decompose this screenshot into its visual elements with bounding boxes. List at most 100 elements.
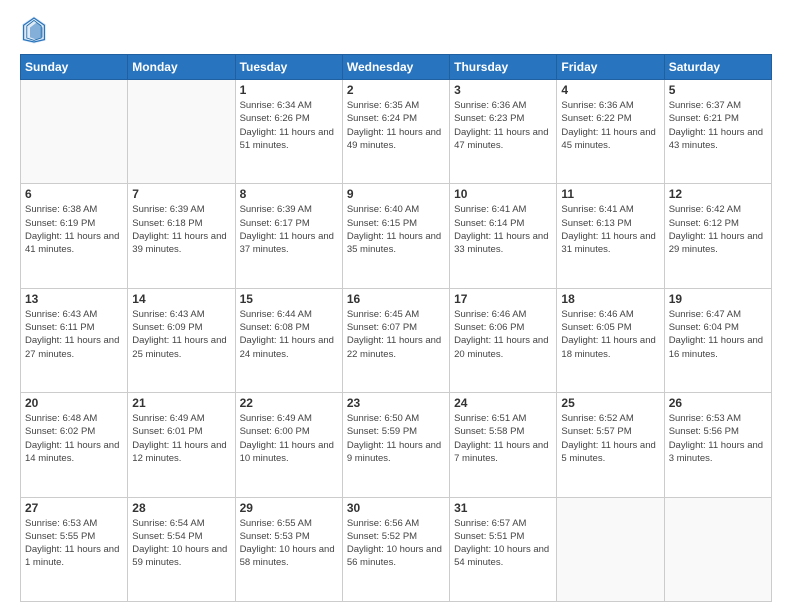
day-info: Sunrise: 6:49 AMSunset: 6:01 PMDaylight:… (132, 412, 230, 465)
day-info: Sunrise: 6:34 AMSunset: 6:26 PMDaylight:… (240, 99, 338, 152)
calendar-table: Sunday Monday Tuesday Wednesday Thursday… (20, 54, 772, 602)
day-info: Sunrise: 6:53 AMSunset: 5:55 PMDaylight:… (25, 517, 123, 570)
day-number: 2 (347, 83, 445, 97)
day-info: Sunrise: 6:43 AMSunset: 6:11 PMDaylight:… (25, 308, 123, 361)
col-saturday: Saturday (664, 55, 771, 80)
table-row: 12 Sunrise: 6:42 AMSunset: 6:12 PMDayligh… (664, 184, 771, 288)
table-row: 16 Sunrise: 6:45 AMSunset: 6:07 PMDayligh… (342, 288, 449, 392)
logo-icon (22, 16, 46, 44)
table-row (21, 80, 128, 184)
day-number: 31 (454, 501, 552, 515)
day-number: 12 (669, 187, 767, 201)
table-row: 31 Sunrise: 6:57 AMSunset: 5:51 PMDayligh… (450, 497, 557, 601)
day-info: Sunrise: 6:41 AMSunset: 6:14 PMDaylight:… (454, 203, 552, 256)
header (20, 16, 772, 44)
day-info: Sunrise: 6:55 AMSunset: 5:53 PMDaylight:… (240, 517, 338, 570)
col-wednesday: Wednesday (342, 55, 449, 80)
table-row (557, 497, 664, 601)
table-row: 9 Sunrise: 6:40 AMSunset: 6:15 PMDaylight… (342, 184, 449, 288)
day-number: 28 (132, 501, 230, 515)
table-row: 27 Sunrise: 6:53 AMSunset: 5:55 PMDayligh… (21, 497, 128, 601)
day-number: 18 (561, 292, 659, 306)
table-row: 5 Sunrise: 6:37 AMSunset: 6:21 PMDaylight… (664, 80, 771, 184)
calendar-week-row: 20 Sunrise: 6:48 AMSunset: 6:02 PMDayligh… (21, 393, 772, 497)
day-number: 30 (347, 501, 445, 515)
table-row: 19 Sunrise: 6:47 AMSunset: 6:04 PMDayligh… (664, 288, 771, 392)
day-info: Sunrise: 6:36 AMSunset: 6:22 PMDaylight:… (561, 99, 659, 152)
day-info: Sunrise: 6:39 AMSunset: 6:17 PMDaylight:… (240, 203, 338, 256)
table-row: 13 Sunrise: 6:43 AMSunset: 6:11 PMDayligh… (21, 288, 128, 392)
day-info: Sunrise: 6:49 AMSunset: 6:00 PMDaylight:… (240, 412, 338, 465)
day-number: 13 (25, 292, 123, 306)
day-number: 10 (454, 187, 552, 201)
table-row: 29Sunrise: 6:55 AMSunset: 5:53 PMDayligh… (235, 497, 342, 601)
day-info: Sunrise: 6:45 AMSunset: 6:07 PMDaylight:… (347, 308, 445, 361)
day-number: 17 (454, 292, 552, 306)
day-number: 23 (347, 396, 445, 410)
day-number: 27 (25, 501, 123, 515)
table-row: 8 Sunrise: 6:39 AMSunset: 6:17 PMDaylight… (235, 184, 342, 288)
table-row: 20 Sunrise: 6:48 AMSunset: 6:02 PMDayligh… (21, 393, 128, 497)
day-info: Sunrise: 6:37 AMSunset: 6:21 PMDaylight:… (669, 99, 767, 152)
table-row: 15 Sunrise: 6:44 AMSunset: 6:08 PMDayligh… (235, 288, 342, 392)
table-row: 14Sunrise: 6:43 AMSunset: 6:09 PMDayligh… (128, 288, 235, 392)
table-row: 7Sunrise: 6:39 AMSunset: 6:18 PMDaylight… (128, 184, 235, 288)
day-number: 5 (669, 83, 767, 97)
day-info: Sunrise: 6:36 AMSunset: 6:23 PMDaylight:… (454, 99, 552, 152)
col-monday: Monday (128, 55, 235, 80)
day-number: 21 (132, 396, 230, 410)
day-number: 15 (240, 292, 338, 306)
day-info: Sunrise: 6:57 AMSunset: 5:51 PMDaylight:… (454, 517, 552, 570)
day-number: 4 (561, 83, 659, 97)
col-friday: Friday (557, 55, 664, 80)
day-info: Sunrise: 6:42 AMSunset: 6:12 PMDaylight:… (669, 203, 767, 256)
day-info: Sunrise: 6:52 AMSunset: 5:57 PMDaylight:… (561, 412, 659, 465)
day-info: Sunrise: 6:46 AMSunset: 6:05 PMDaylight:… (561, 308, 659, 361)
day-info: Sunrise: 6:35 AMSunset: 6:24 PMDaylight:… (347, 99, 445, 152)
calendar-week-row: 1Sunrise: 6:34 AMSunset: 6:26 PMDaylight… (21, 80, 772, 184)
day-number: 19 (669, 292, 767, 306)
col-sunday: Sunday (21, 55, 128, 80)
table-row: 25 Sunrise: 6:52 AMSunset: 5:57 PMDayligh… (557, 393, 664, 497)
day-number: 25 (561, 396, 659, 410)
day-number: 20 (25, 396, 123, 410)
table-row: 28 Sunrise: 6:54 AMSunset: 5:54 PMDayligh… (128, 497, 235, 601)
day-number: 9 (347, 187, 445, 201)
calendar-header-row: Sunday Monday Tuesday Wednesday Thursday… (21, 55, 772, 80)
table-row: 17Sunrise: 6:46 AMSunset: 6:06 PMDayligh… (450, 288, 557, 392)
day-number: 11 (561, 187, 659, 201)
day-number: 22 (240, 396, 338, 410)
table-row: 1Sunrise: 6:34 AMSunset: 6:26 PMDaylight… (235, 80, 342, 184)
day-info: Sunrise: 6:47 AMSunset: 6:04 PMDaylight:… (669, 308, 767, 361)
table-row: 22 Sunrise: 6:49 AMSunset: 6:00 PMDayligh… (235, 393, 342, 497)
table-row: 4 Sunrise: 6:36 AMSunset: 6:22 PMDaylight… (557, 80, 664, 184)
day-number: 24 (454, 396, 552, 410)
day-info: Sunrise: 6:50 AMSunset: 5:59 PMDaylight:… (347, 412, 445, 465)
day-number: 6 (25, 187, 123, 201)
day-info: Sunrise: 6:56 AMSunset: 5:52 PMDaylight:… (347, 517, 445, 570)
day-info: Sunrise: 6:39 AMSunset: 6:18 PMDaylight:… (132, 203, 230, 256)
table-row (128, 80, 235, 184)
table-row: 23 Sunrise: 6:50 AMSunset: 5:59 PMDayligh… (342, 393, 449, 497)
table-row: 24 Sunrise: 6:51 AMSunset: 5:58 PMDayligh… (450, 393, 557, 497)
day-info: Sunrise: 6:44 AMSunset: 6:08 PMDaylight:… (240, 308, 338, 361)
day-info: Sunrise: 6:53 AMSunset: 5:56 PMDaylight:… (669, 412, 767, 465)
table-row: 18 Sunrise: 6:46 AMSunset: 6:05 PMDayligh… (557, 288, 664, 392)
day-info: Sunrise: 6:51 AMSunset: 5:58 PMDaylight:… (454, 412, 552, 465)
day-number: 16 (347, 292, 445, 306)
calendar-week-row: 27 Sunrise: 6:53 AMSunset: 5:55 PMDayligh… (21, 497, 772, 601)
day-number: 14 (132, 292, 230, 306)
page: Sunday Monday Tuesday Wednesday Thursday… (0, 0, 792, 612)
day-number: 3 (454, 83, 552, 97)
day-info: Sunrise: 6:48 AMSunset: 6:02 PMDaylight:… (25, 412, 123, 465)
table-row: 6 Sunrise: 6:38 AMSunset: 6:19 PMDaylight… (21, 184, 128, 288)
table-row: 3 Sunrise: 6:36 AMSunset: 6:23 PMDaylight… (450, 80, 557, 184)
day-number: 8 (240, 187, 338, 201)
day-info: Sunrise: 6:41 AMSunset: 6:13 PMDaylight:… (561, 203, 659, 256)
day-info: Sunrise: 6:38 AMSunset: 6:19 PMDaylight:… (25, 203, 123, 256)
table-row: 11 Sunrise: 6:41 AMSunset: 6:13 PMDayligh… (557, 184, 664, 288)
day-number: 26 (669, 396, 767, 410)
day-info: Sunrise: 6:54 AMSunset: 5:54 PMDaylight:… (132, 517, 230, 570)
table-row: 2 Sunrise: 6:35 AMSunset: 6:24 PMDaylight… (342, 80, 449, 184)
day-info: Sunrise: 6:40 AMSunset: 6:15 PMDaylight:… (347, 203, 445, 256)
